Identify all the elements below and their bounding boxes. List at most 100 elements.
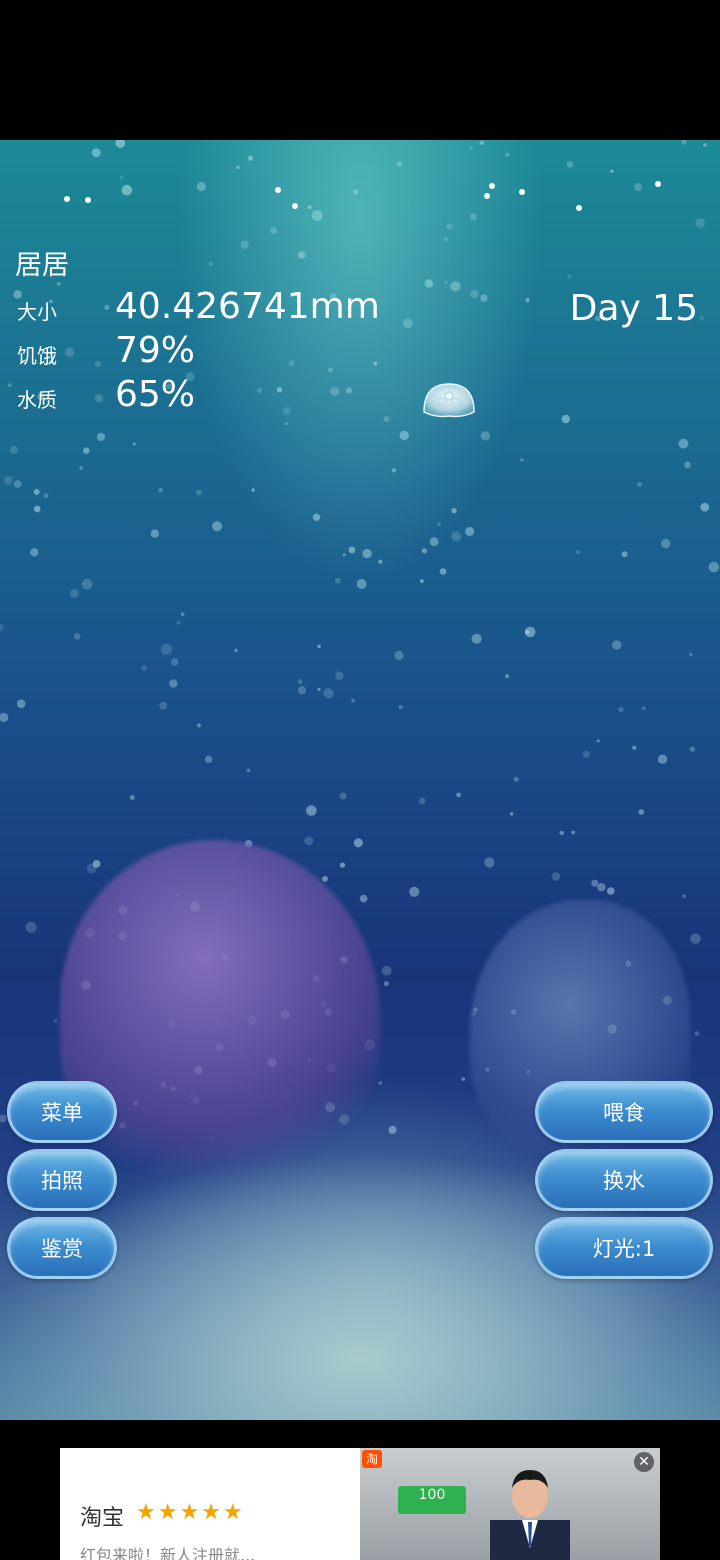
bubble [311, 210, 323, 221]
bubble [444, 280, 448, 285]
bubble [115, 140, 126, 148]
bubble [451, 531, 462, 542]
bubble [270, 226, 278, 235]
pet-name: 居居 [15, 250, 69, 281]
bubble [505, 152, 510, 157]
bubble [150, 529, 160, 538]
bubble [342, 553, 346, 557]
banner-ad[interactable]: 淘宝 ★★★★★ 红包来啦！新人注册就... 淘 100 ✕ [60, 1448, 660, 1560]
bubble [348, 546, 356, 554]
bubble [451, 507, 457, 514]
bubble [618, 706, 624, 713]
bubble [391, 468, 396, 473]
bubble [399, 430, 409, 441]
bubble [551, 872, 561, 881]
bubble [0, 623, 4, 631]
bubble [520, 458, 524, 462]
bubble [307, 205, 312, 210]
bubble [33, 505, 41, 513]
bubble [317, 687, 321, 692]
close-icon[interactable]: ✕ [634, 1452, 654, 1472]
bubble [394, 650, 404, 661]
bubble [439, 568, 447, 575]
bubble [104, 304, 110, 310]
bubble [246, 768, 251, 773]
bubble [205, 755, 213, 764]
bubble [682, 894, 686, 898]
hunger-value: 79% [115, 330, 196, 371]
bubble [657, 754, 668, 764]
bubble [339, 862, 346, 868]
jellyfish[interactable] [422, 382, 476, 426]
ad-image[interactable]: 淘 100 ✕ [360, 1448, 660, 1560]
bubble [446, 223, 453, 230]
bubble [53, 1019, 58, 1023]
bubble [7, 383, 12, 388]
bubble [694, 1031, 700, 1036]
bubble [607, 887, 615, 895]
menu-button[interactable]: 菜单 [7, 1081, 117, 1143]
bubble [328, 367, 333, 373]
bubble [161, 643, 172, 655]
bubble [409, 886, 420, 897]
bubble [297, 686, 307, 695]
bubble [212, 521, 223, 532]
bubble [469, 213, 477, 221]
bubble [158, 487, 163, 493]
bubble [418, 797, 426, 805]
water-quality-label: 水质 [17, 388, 57, 412]
bubble [567, 274, 572, 279]
bubble [94, 394, 104, 403]
bubble [169, 679, 178, 688]
bubble [170, 658, 179, 666]
photo-button[interactable]: 拍照 [7, 1149, 117, 1211]
bubble [596, 739, 600, 743]
bubble [513, 776, 519, 782]
bubble [297, 679, 303, 685]
bubble [484, 857, 495, 868]
bubble [398, 705, 403, 710]
bubble [119, 175, 124, 180]
bubble [571, 830, 575, 835]
ad-rating-stars: ★★★★★ [136, 1500, 245, 1525]
bubble [284, 422, 288, 426]
bubble [678, 438, 689, 449]
bubble [322, 876, 328, 882]
bubble [81, 578, 93, 590]
bubble [703, 143, 707, 147]
bubble [479, 140, 485, 146]
bubble [43, 493, 49, 499]
bubble [582, 750, 591, 758]
bubble [132, 442, 136, 446]
bubble [700, 502, 710, 512]
bubble [282, 407, 291, 415]
bubble [480, 431, 490, 441]
bubble [681, 140, 687, 145]
bubble [524, 626, 536, 638]
bubble [429, 537, 439, 547]
bubble [208, 261, 213, 266]
bubble [461, 1077, 466, 1081]
bubble [30, 548, 39, 557]
bubble [362, 548, 372, 559]
light-button[interactable]: 灯光:1 [535, 1217, 713, 1279]
bubble [236, 165, 240, 170]
bubble [96, 432, 106, 442]
change-water-button[interactable]: 换水 [535, 1149, 713, 1211]
bubble [79, 466, 83, 470]
bubble [424, 279, 434, 288]
bubble [684, 461, 691, 469]
bubble [421, 548, 427, 554]
appreciate-button[interactable]: 鉴赏 [7, 1217, 117, 1279]
surface-sparkles [64, 181, 661, 211]
bubble [695, 218, 705, 228]
bubble [251, 488, 255, 492]
bubble [16, 699, 26, 709]
feed-button[interactable]: 喂食 [535, 1081, 713, 1143]
bubble [471, 633, 482, 644]
bubble [240, 240, 249, 249]
presenter-image [490, 1470, 570, 1560]
bubble [288, 360, 295, 367]
taobao-logo-icon: 淘 [362, 1450, 382, 1468]
bubble [69, 589, 79, 598]
